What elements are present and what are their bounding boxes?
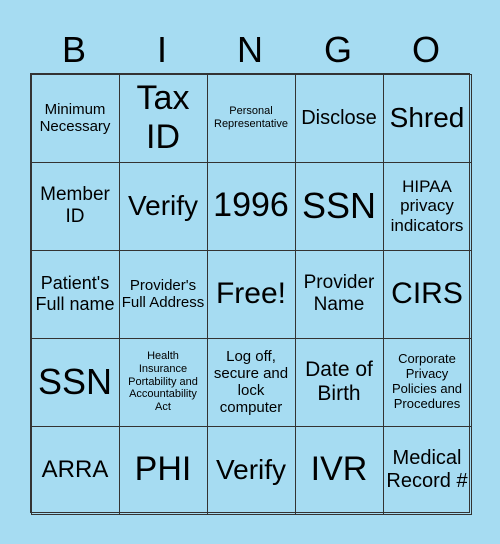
bingo-cell[interactable]: Disclose [294,73,384,163]
bingo-cell[interactable]: Minimum Necessary [30,73,120,163]
bingo-cell[interactable]: Personal Representative [206,73,296,163]
cell-label: Log off, secure and lock computer [213,347,289,417]
bingo-cell[interactable]: CIRS [382,249,472,339]
cell-label: IVR [310,450,368,489]
cell-label: ARRA [41,456,109,484]
cell-label: Provider's Full Address [121,276,205,311]
bingo-cell[interactable]: Verify [206,425,296,515]
bingo-cell[interactable]: SSN [294,161,384,251]
bingo-cell[interactable]: Log off, secure and lock computer [206,337,296,427]
header-letter: I [156,29,167,70]
cell-label: Personal Representative [214,105,288,130]
bingo-cell[interactable]: ARRA [30,425,120,515]
bingo-cell[interactable]: Member ID [30,161,120,251]
cell-label: PHI [134,450,192,489]
free-space-cell[interactable]: Free! [206,249,296,339]
bingo-cell[interactable]: Date of Birth [294,337,384,427]
bingo-grid: Minimum Necessary Tax ID Personal Represen… [30,73,472,515]
bingo-cell[interactable]: SSN [30,337,120,427]
bingo-cell[interactable]: Health Insurance Portability and Account… [118,337,208,427]
cell-label: Free! [215,276,287,310]
bingo-cell[interactable]: 1996 [206,161,296,251]
bingo-cell[interactable]: IVR [294,425,384,515]
bingo-cell[interactable]: Medical Record # [382,425,472,515]
cell-label: Medical Record # [386,447,468,492]
bingo-cell[interactable]: Corporate Privacy Policies and Procedure… [382,337,472,427]
cell-label: Health Insurance Portability and Account… [128,350,198,413]
cell-label: Corporate Privacy Policies and Procedure… [391,351,463,411]
cell-label: Verify [215,453,287,485]
header-letter: B [61,29,86,70]
bingo-cell[interactable]: Patient's Full name [30,249,120,339]
cell-label: Verify [127,189,199,221]
bingo-cell[interactable]: Provider Name [294,249,384,339]
cell-label: Date of Birth [305,357,373,405]
cell-label: Disclose [301,106,377,129]
cell-label: Member ID [40,184,110,227]
bingo-cell[interactable]: PHI [118,425,208,515]
header-letter: G [323,29,352,70]
header-letter: N [237,29,263,70]
header-letter: O [411,29,440,70]
cell-label: 1996 [213,186,289,225]
bingo-cell[interactable]: Shred [382,73,472,163]
cell-label: Provider Name [303,272,375,315]
bingo-cell[interactable]: Provider's Full Address [118,249,208,339]
cell-label: Shred [389,101,465,133]
cell-label: Patient's Full name [35,273,115,314]
cell-label: SSN [37,361,113,403]
cell-label: HIPAA privacy indicators [390,176,464,235]
bingo-cell[interactable]: Tax ID [118,73,208,163]
cell-label: Minimum Necessary [39,100,111,135]
cell-label: CIRS [391,276,463,310]
cell-label: SSN [301,185,377,227]
cell-label: Tax ID [136,78,190,156]
bingo-cell[interactable]: Verify [118,161,208,251]
bingo-header: B I N G O [30,26,470,74]
bingo-cell[interactable]: HIPAA privacy indicators [382,161,472,251]
